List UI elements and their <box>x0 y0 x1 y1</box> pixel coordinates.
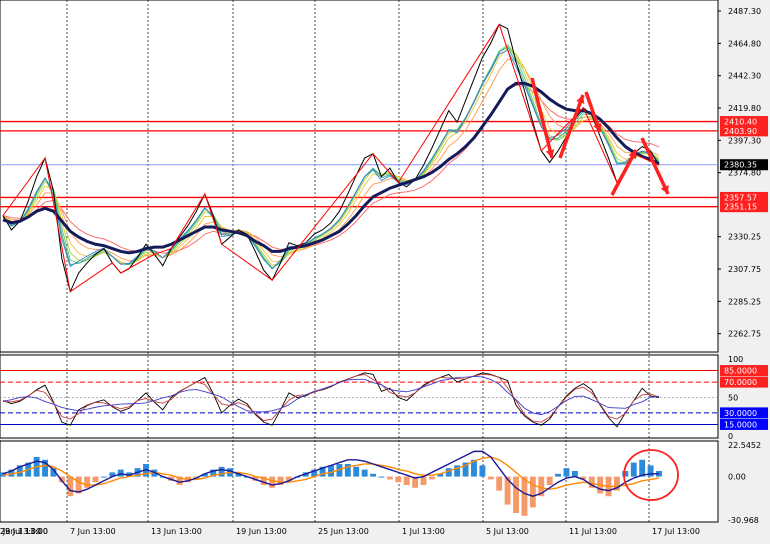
macd-histogram-bar <box>361 469 368 477</box>
rsi-tick-label: 100 <box>728 355 743 364</box>
time-tick-label: 11 Jul 13:00 <box>569 527 617 536</box>
macd-tick-label: 0.00 <box>728 473 746 482</box>
price-tick-label: 2285.25 <box>728 297 761 306</box>
macd-histogram-bar <box>555 473 562 477</box>
macd-histogram-bar <box>647 465 654 477</box>
macd-histogram-bar <box>487 476 494 480</box>
macd-histogram-bar <box>563 468 570 477</box>
trading-chart: 2487.30 2464.80 2442.30 2419.80 2397.30 2374.… <box>0 0 770 540</box>
price-panel-bg <box>0 0 719 353</box>
price-tick-label: 2307.75 <box>728 265 761 274</box>
price-badge-label: 2380.35 <box>724 161 757 170</box>
time-tick-label: 29 Jul 13:00 <box>0 527 48 536</box>
macd-histogram-bar <box>513 476 519 514</box>
grid-layer <box>0 0 719 523</box>
macd-histogram-bar <box>218 466 225 477</box>
rsi-tick-label: 0 <box>728 432 733 441</box>
price-badge-label: 85.0000 <box>724 367 757 376</box>
time-tick-label: 25 Jun 13:00 <box>318 527 369 536</box>
price-tick-label: 2464.80 <box>728 39 761 48</box>
price-tick-label: 2487.30 <box>728 7 761 16</box>
macd-histogram-bar <box>420 476 427 486</box>
macd-histogram-bar <box>269 476 276 488</box>
time-tick-label: 19 Jun 13:00 <box>236 527 287 536</box>
macd-histogram-bar <box>571 470 578 477</box>
time-tick-label: 1 Jul 13:00 <box>402 527 445 536</box>
macd-histogram-bar <box>496 476 503 491</box>
macd-histogram-bar <box>639 459 646 477</box>
macd-histogram-bar <box>630 462 637 477</box>
time-tick-label: 5 Jul 13:00 <box>486 527 529 536</box>
macd-tick-label: 22.5452 <box>728 441 761 450</box>
macd-tick-label: -30.968 <box>728 516 759 525</box>
chart-canvas: 2487.302464.802442.302419.802397.302374.… <box>0 0 770 540</box>
macd-histogram-bar <box>353 466 360 477</box>
time-tick-label: 13 Jun 13:00 <box>151 527 202 536</box>
macd-histogram-bar <box>546 476 553 486</box>
macd-histogram-bar <box>92 476 99 483</box>
price-tick-label: 2262.75 <box>728 330 761 339</box>
macd-histogram-bar <box>378 476 385 478</box>
macd-histogram-bar <box>67 476 74 497</box>
time-axis: Jun 13:00 7 Jun 13:00 13 Jun 13:00 19 Jun 1… <box>0 527 700 536</box>
price-badge-label: 2357.57 <box>724 193 757 202</box>
time-tick-label: 17 Jul 13:00 <box>652 527 700 536</box>
rsi-panel-bg <box>0 354 719 439</box>
macd-histogram-bar <box>428 476 435 480</box>
macd-histogram-bar <box>395 476 402 483</box>
macd-histogram-bar <box>386 476 393 480</box>
price-tick-label: 2442.30 <box>728 72 761 81</box>
macd-histogram-bar <box>479 465 486 477</box>
price-tick-label: 2419.80 <box>728 104 761 113</box>
macd-histogram-bar <box>521 476 528 516</box>
rsi-tick-label: 50 <box>728 394 738 403</box>
price-tick-label: 2397.30 <box>728 136 761 145</box>
time-tick-label: 7 Jun 13:00 <box>70 527 116 536</box>
macd-histogram-bar <box>403 476 410 486</box>
price-badge-label: 15.0000 <box>724 420 757 429</box>
macd-histogram-bar <box>100 476 107 478</box>
price-badge-label: 2403.90 <box>724 127 757 136</box>
price-tick-label: 2330.25 <box>728 233 761 242</box>
price-badge-label: 2410.40 <box>724 118 757 127</box>
price-badge-label: 30.0000 <box>724 409 757 418</box>
macd-histogram-bar <box>370 473 376 477</box>
price-badge-label: 70.0000 <box>724 378 757 387</box>
macd-histogram-bar <box>529 476 536 508</box>
price-badge-label: 2351.15 <box>724 203 757 212</box>
macd-histogram-bar <box>84 476 91 488</box>
